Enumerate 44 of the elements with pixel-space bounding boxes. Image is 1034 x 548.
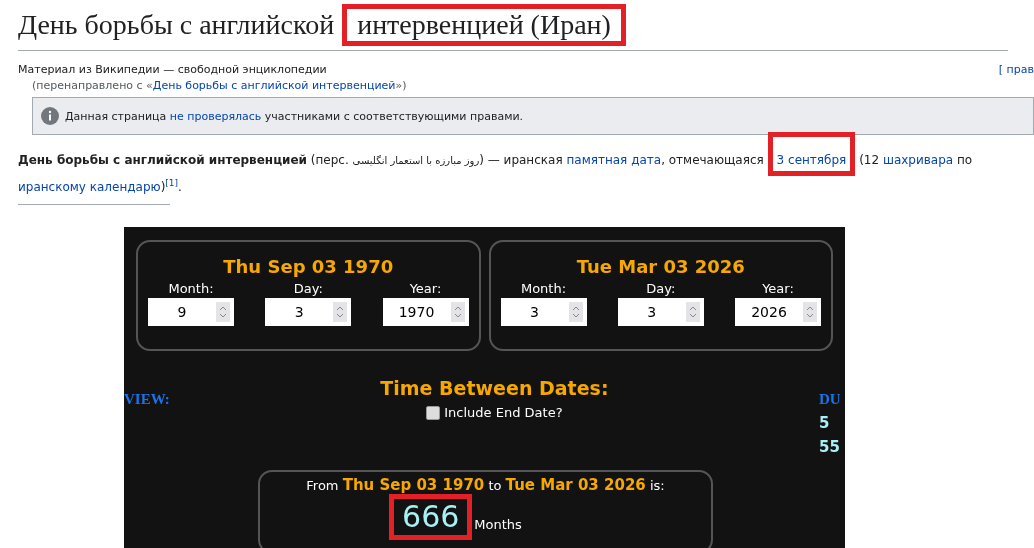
field-label: Year: [762, 281, 794, 296]
spinner-arrows-icon[interactable] [450, 302, 465, 322]
section-title: Time Between Dates: [380, 377, 609, 399]
article-link[interactable]: иранскому календарю [18, 180, 161, 194]
spinner-arrows-icon[interactable] [685, 302, 700, 322]
number-input[interactable]: 3 [265, 298, 352, 326]
spinner-arrows-icon[interactable] [333, 302, 348, 322]
page-title: интервенцией (Иран) [342, 4, 626, 46]
date-heading: Thu Sep 03 1970 [222, 256, 395, 277]
article-link[interactable]: 3 сентября [767, 132, 856, 176]
spinner-arrows-icon[interactable] [216, 302, 230, 322]
number-input[interactable]: 1970 [382, 298, 469, 326]
field-label: Day: [646, 281, 676, 296]
field-label: Month: [520, 281, 567, 296]
side-number: 5 [819, 414, 831, 432]
spinner-arrows-icon[interactable] [568, 302, 583, 322]
article-link[interactable]: памятная дата [566, 153, 662, 167]
number-input[interactable]: 3 [617, 298, 704, 326]
notice-link[interactable]: не проверялась [169, 109, 262, 123]
spinner-arrows-icon[interactable] [803, 302, 817, 322]
number-input[interactable]: 9 [148, 298, 234, 326]
edit-link[interactable]: [ прав [998, 63, 1034, 76]
number-input[interactable]: 3 [500, 298, 587, 326]
result-sentence: From Thu Sep 03 1970 to Tue Mar 03 2026 is: [305, 476, 666, 494]
field-label: Day: [293, 281, 323, 296]
result-unit: Months [474, 517, 522, 532]
field-label: Month: [168, 281, 214, 296]
tagline: Материал из Википедии — свободной энциклопедии [18, 63, 327, 76]
reference-link[interactable]: [1] [165, 178, 179, 188]
date-heading: Tue Mar 03 2026 [575, 256, 746, 277]
side-heading: VIEW: [124, 391, 170, 409]
side-number: 55 [819, 438, 841, 456]
checkbox[interactable] [426, 405, 441, 420]
page-title: День борьбы с английской [18, 9, 335, 41]
redirect-link[interactable]: День борьбы с английской интервенцией [152, 79, 396, 92]
article-link[interactable]: шахривара [882, 153, 954, 167]
checkbox-label: Include End Date? [444, 405, 563, 420]
info-icon [41, 107, 59, 125]
field-label: Year: [409, 281, 442, 296]
redirect-note: (перенаправлено с «День борьбы с английской интервенцией») [32, 79, 408, 92]
side-heading: DU [819, 391, 842, 408]
result-value: 666 [389, 494, 473, 540]
number-input[interactable]: 2026 [735, 298, 821, 326]
notice-text: Данная страница не проверялась участниками с соответствующими правами. [65, 109, 524, 123]
